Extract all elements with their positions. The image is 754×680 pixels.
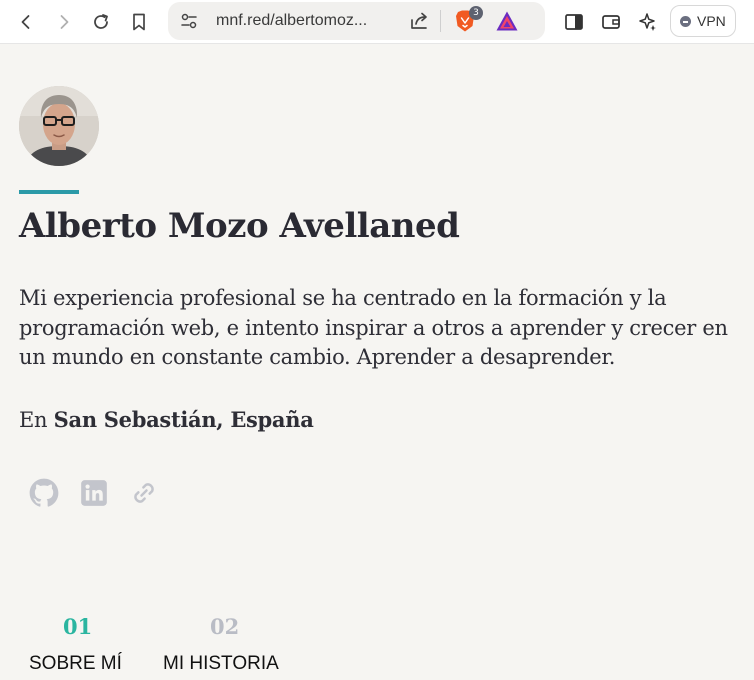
vpn-button[interactable]: VPN (670, 5, 736, 37)
back-button[interactable] (12, 8, 40, 36)
url-text[interactable]: mnf.red/albertomoz... (216, 12, 367, 30)
tab-label[interactable]: SOBRE MÍ (29, 653, 122, 675)
back-arrow-icon (21, 15, 30, 29)
sparkle-icon (639, 13, 656, 31)
website-link[interactable] (129, 478, 159, 508)
sidebar-button[interactable] (560, 8, 588, 36)
share-icon (411, 12, 427, 29)
address-divider (440, 10, 441, 32)
linkedin-link[interactable] (79, 478, 109, 508)
reload-button[interactable] (87, 8, 115, 36)
bookmark-button[interactable] (125, 8, 153, 36)
site-settings-icon[interactable] (180, 13, 198, 34)
title-accent-bar (19, 190, 79, 194)
browser-toolbar: mnf.red/albertomoz... 3 VPN (0, 0, 754, 44)
wallet-button[interactable] (597, 8, 625, 36)
reload-icon (94, 14, 108, 29)
profile-name: Alberto Mozo Avellaned (19, 206, 460, 246)
leo-ai-button[interactable] (634, 8, 662, 36)
profile-location: En San Sebastián, España (19, 407, 314, 432)
linkedin-icon (81, 480, 107, 506)
avatar (19, 86, 99, 166)
location-value: San Sebastián, España (53, 407, 314, 432)
forward-arrow-icon (60, 15, 69, 29)
profile-photo (19, 86, 99, 166)
forward-button[interactable] (50, 8, 78, 36)
tab-number: 01 (63, 614, 93, 639)
wallet-icon (602, 15, 620, 29)
profile-bio: Mi experiencia profesional se ha centrad… (19, 286, 728, 369)
link-icon (134, 483, 154, 503)
github-icon (29, 478, 59, 507)
vpn-status-icon (680, 16, 691, 27)
github-link[interactable] (29, 478, 59, 508)
tab-label[interactable]: MI HISTORIA (163, 653, 279, 675)
share-button[interactable] (409, 11, 431, 36)
location-prefix: En (19, 408, 48, 432)
vpn-label: VPN (697, 13, 726, 29)
address-bar[interactable]: mnf.red/albertomoz... (168, 2, 545, 40)
bookmark-icon (133, 13, 145, 31)
brave-rewards-triangle-icon (496, 11, 518, 31)
brave-rewards-button[interactable] (495, 10, 519, 37)
sidebar-icon (565, 14, 583, 30)
shields-count-badge: 3 (469, 6, 483, 20)
tab-number: 02 (210, 614, 240, 639)
